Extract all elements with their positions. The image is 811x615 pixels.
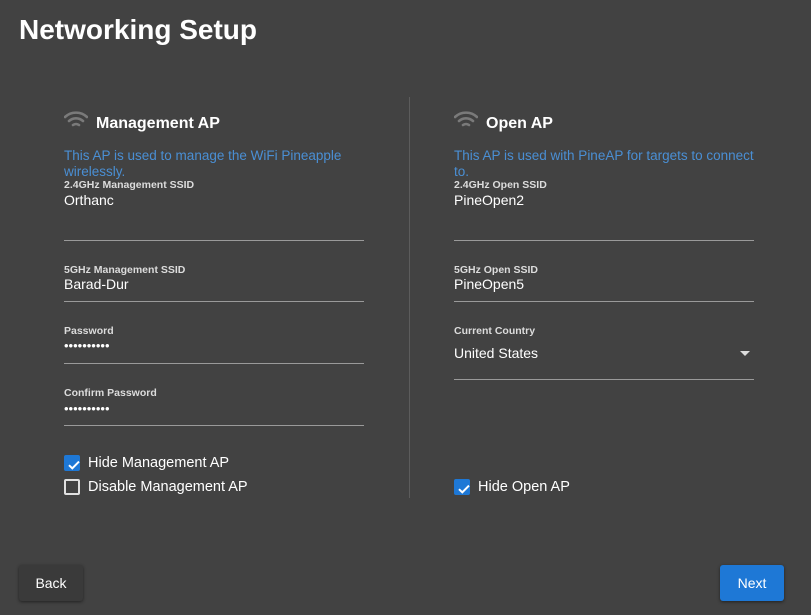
hide-management-ap-checkbox[interactable]: Hide Management AP [64,455,229,471]
checkbox-unchecked-icon[interactable] [64,479,80,495]
wifi-icon [454,111,478,127]
open-ap-section: Open AP This AP is used with PineAP for … [454,108,754,380]
mgmt-confirm-password-field[interactable]: Confirm Password •••••••••• [64,364,364,426]
current-country-select[interactable]: Current Country United States [454,302,754,380]
checkbox-label: Disable Management AP [88,479,248,495]
next-button[interactable]: Next [720,565,784,601]
management-ap-header: Management AP [64,108,364,140]
hide-open-ap-checkbox[interactable]: Hide Open AP [454,479,570,495]
field-value: United States [454,345,539,361]
open-24ghz-ssid-field[interactable]: 2.4GHz Open SSID PineOpen2 [454,179,754,241]
field-value: Orthanc [64,192,114,208]
checkbox-label: Hide Open AP [478,479,570,495]
management-ap-title: Management AP [96,115,220,132]
open-ap-description: This AP is used with PineAP for targets … [454,148,754,179]
field-label: 2.4GHz Open SSID [454,179,547,191]
checkbox-checked-icon[interactable] [64,455,80,471]
mgmt-password-field[interactable]: Password •••••••••• [64,302,364,364]
open-ap-title: Open AP [486,115,553,132]
field-label: 5GHz Management SSID [64,264,186,276]
field-label: 2.4GHz Management SSID [64,179,195,191]
wifi-icon [64,111,88,127]
mgmt-24ghz-ssid-field[interactable]: 2.4GHz Management SSID Orthanc [64,179,364,241]
checkbox-checked-icon[interactable] [454,479,470,495]
mgmt-5ghz-ssid-field[interactable]: 5GHz Management SSID Barad-Dur [64,241,364,302]
back-button[interactable]: Back [19,565,83,601]
management-ap-section: Management AP This AP is used to manage … [64,108,364,426]
field-value: •••••••••• [64,338,110,353]
open-ap-header: Open AP [454,108,754,140]
field-label: Current Country [454,325,536,337]
field-label: Confirm Password [64,387,157,399]
field-value: Barad-Dur [64,276,129,292]
column-divider [409,97,410,498]
dropdown-arrow-icon[interactable] [740,351,750,356]
open-5ghz-ssid-field[interactable]: 5GHz Open SSID PineOpen5 [454,241,754,302]
field-label: Password [64,325,114,337]
page-title: Networking Setup [19,14,258,45]
management-ap-description: This AP is used to manage the WiFi Pinea… [64,148,342,179]
checkbox-label: Hide Management AP [88,455,230,471]
field-value: •••••••••• [64,401,110,416]
disable-management-ap-checkbox[interactable]: Disable Management AP [64,479,248,495]
field-value: PineOpen2 [454,192,525,208]
field-label: 5GHz Open SSID [454,264,539,276]
field-value: PineOpen5 [454,276,525,292]
